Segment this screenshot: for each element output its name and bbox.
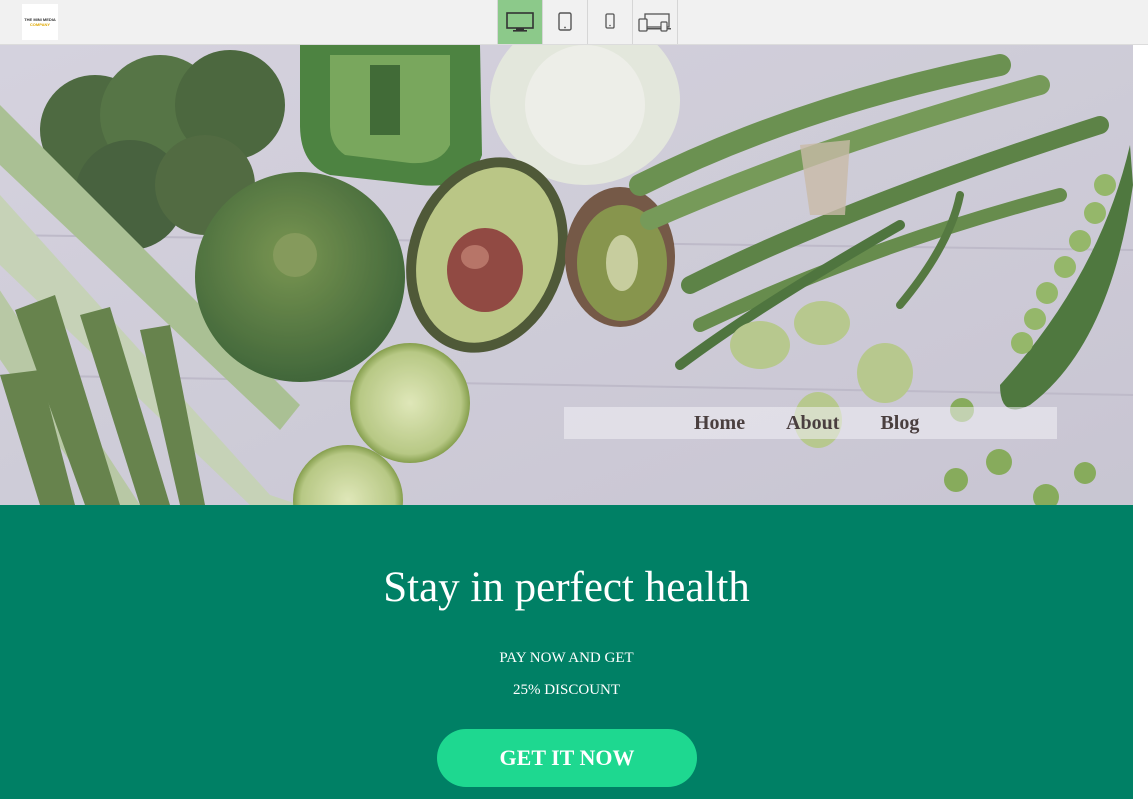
desktop-view-button[interactable] bbox=[498, 0, 543, 44]
responsive-view-button[interactable] bbox=[633, 0, 678, 44]
nav-blog-link[interactable]: Blog bbox=[880, 412, 919, 435]
phone-icon bbox=[605, 13, 615, 29]
promo-section: Stay in perfect health PAY NOW AND GET 2… bbox=[0, 505, 1133, 799]
nav-home-link[interactable]: Home bbox=[694, 412, 745, 435]
tablet-view-button[interactable] bbox=[543, 0, 588, 44]
desktop-icon bbox=[506, 12, 534, 32]
get-it-now-button[interactable]: GET IT NOW bbox=[437, 729, 697, 787]
promo-headline: Stay in perfect health bbox=[383, 564, 750, 611]
promo-subtext-line-1: PAY NOW AND GET bbox=[499, 650, 634, 666]
tablet-icon bbox=[558, 12, 572, 31]
company-logo[interactable]: THE MINI MEDIA COMPANY bbox=[22, 4, 58, 40]
promo-subtext-line-2: 25% DISCOUNT bbox=[512, 682, 621, 698]
nav-about-link[interactable]: About bbox=[786, 412, 839, 435]
logo-line-2: COMPANY bbox=[29, 22, 51, 27]
phone-view-button[interactable] bbox=[588, 0, 633, 44]
scrollbar-gutter bbox=[1133, 45, 1148, 799]
editor-toolbar: THE MINI MEDIA COMPANY bbox=[0, 0, 1148, 45]
responsive-icon bbox=[638, 13, 671, 32]
main-navigation: Home About Blog bbox=[564, 407, 1057, 439]
device-preview-switcher bbox=[497, 0, 678, 44]
hero-banner: Home About Blog bbox=[0, 45, 1133, 505]
